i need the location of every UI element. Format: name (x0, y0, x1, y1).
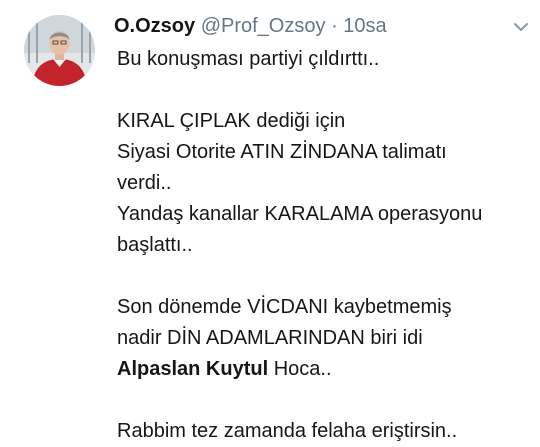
user-handle[interactable]: @Prof_Ozsoy (201, 15, 326, 37)
tweet-line: Son dönemde VİCDANI kaybetmemiş (117, 296, 452, 318)
tweet-line: Alpaslan Kuytul Hoca.. (117, 354, 527, 385)
tweet-line-rest: Hoca.. (268, 358, 332, 380)
avatar[interactable] (24, 15, 95, 86)
separator-dot: · (331, 15, 338, 37)
avatar-image (24, 15, 95, 86)
timestamp[interactable]: 10sa (343, 15, 386, 37)
tweet-line: başlattı.. (117, 234, 193, 256)
tweet-header: O.Ozsoy @Prof_Ozsoy · 10sa (114, 14, 387, 38)
display-name[interactable]: O.Ozsoy (114, 15, 195, 37)
tweet-line: Yandaş kanallar KARALAMA operasyonu (117, 203, 483, 225)
tweet: O.Ozsoy @Prof_Ozsoy · 10sa Bu konuşması … (0, 0, 540, 442)
chevron-down-icon[interactable] (512, 18, 530, 36)
tweet-text: Bu konuşması partiyi çıldırttı.. KIRAL Ç… (117, 44, 527, 447)
tweet-line: Bu konuşması partiyi çıldırttı.. (117, 48, 380, 70)
tweet-line: nadir DİN ADAMLARINDAN biri idi (117, 327, 423, 349)
tweet-line: Siyasi Otorite ATIN ZİNDANA talimatı (117, 141, 447, 163)
tweet-line: KIRAL ÇIPLAK dediği için (117, 110, 346, 132)
mentioned-name: Alpaslan Kuytul (117, 358, 269, 380)
tweet-line: verdi.. (117, 172, 172, 194)
